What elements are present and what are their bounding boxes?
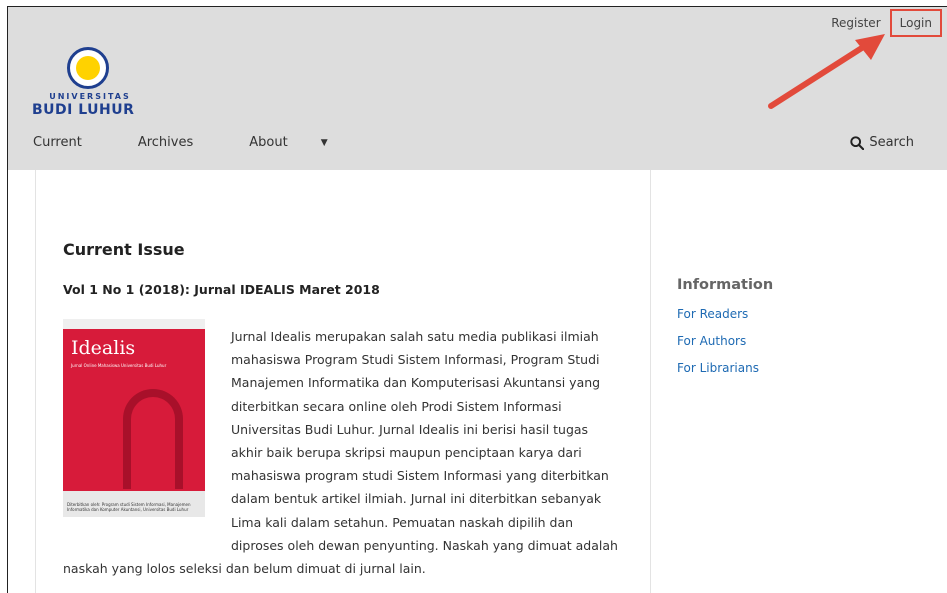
caret-down-icon: ▼ [320,137,328,148]
annotation-arrow-icon [768,34,885,109]
nav-item-label: Current [33,135,82,150]
search-icon [850,135,865,150]
logo-text-line2: BUDI LUHUR [32,102,135,118]
issue-title[interactable]: Vol 1 No 1 (2018): Jurnal IDEALIS Maret … [63,282,380,297]
sidebar-link-librarians[interactable]: For Librarians [677,361,877,375]
logo-text-line1: UNIVERSITAS [49,92,131,101]
logo-emblem-inner [76,56,100,80]
main-nav: Current Archives About ▼ [33,135,384,150]
sidebar-link-readers[interactable]: For Readers [677,307,877,321]
search-link[interactable]: Search [850,135,914,150]
nav-item-label: Archives [137,135,194,150]
nav-item-archives[interactable]: Archives [138,135,221,150]
issue-description: Jurnal Idealis merupakan salah satu medi… [63,325,623,580]
nav-item-about[interactable]: About ▼ [249,135,355,150]
cover-spacer [63,325,231,535]
logo-emblem [67,47,109,89]
login-link[interactable]: Login [889,9,942,37]
search-label: Search [869,135,914,150]
sidebar-title: Information [677,277,774,293]
sidebar-information: Information For Readers For Authors For … [677,277,877,388]
site-logo[interactable]: UNIVERSITAS BUDI LUHUR [30,47,150,125]
nav-item-current[interactable]: Current [33,135,110,150]
main-content: Current Issue Vol 1 No 1 (2018): Jurnal … [35,170,651,593]
section-title: Current Issue [63,240,185,259]
nav-item-label: About [249,135,288,150]
sidebar-link-authors[interactable]: For Authors [677,334,877,348]
browser-frame: Register Login UNIVERSITAS BUDI LUHUR Cu… [7,6,947,593]
